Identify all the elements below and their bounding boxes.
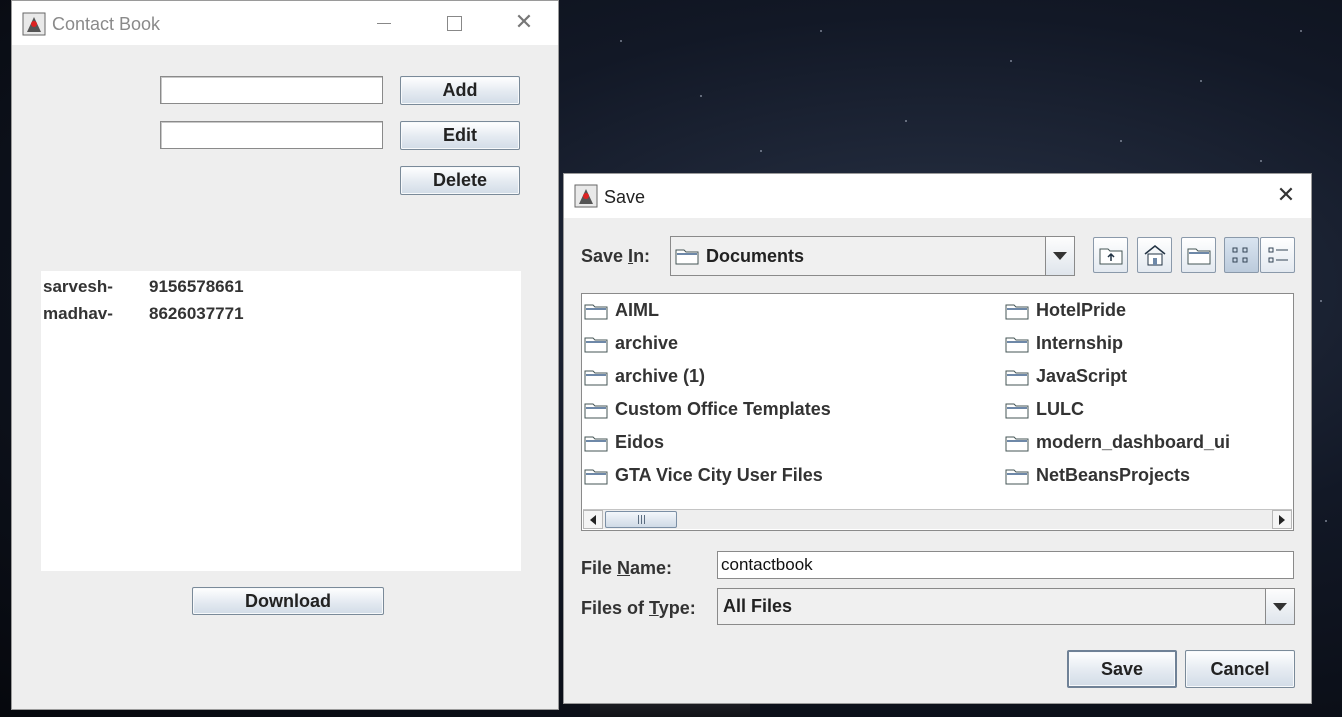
details-view-icon [1268, 247, 1288, 263]
folder-icon [584, 469, 608, 484]
folder-icon [1005, 304, 1029, 319]
file-name-input[interactable] [717, 551, 1294, 579]
window-title: Contact Book [52, 14, 161, 34]
list-view-button[interactable] [1224, 237, 1259, 273]
chevron-left-icon [590, 514, 596, 525]
list-item[interactable]: HotelPride [1005, 300, 1126, 321]
contact-name: madhav- [43, 304, 113, 323]
file-name: archive [615, 333, 679, 353]
file-name: archive (1) [615, 366, 706, 386]
save-button[interactable]: Save [1067, 650, 1177, 688]
save-dialog: Save ✕ Save In: Documents AIML archive arc… [563, 173, 1312, 704]
file-name: GTA Vice City User Files [615, 465, 823, 485]
list-item[interactable]: Eidos [584, 432, 664, 453]
file-list[interactable]: AIML archive archive (1) Custom Office Temp… [581, 293, 1294, 531]
contact-number: 9156578661 [149, 277, 244, 296]
new-folder-icon [1187, 248, 1210, 265]
list-item[interactable]: sarvesh- 9156578661 [43, 277, 244, 297]
file-name: AIML [615, 300, 659, 320]
list-item[interactable]: NetBeansProjects [1005, 465, 1190, 486]
number-input[interactable] [160, 121, 383, 149]
folder-icon [584, 403, 608, 418]
file-name: HotelPride [1036, 300, 1127, 320]
files-of-type-value: All Files [723, 596, 793, 616]
files-of-type-label: Files of Type: [581, 598, 696, 618]
home-icon [1144, 245, 1165, 266]
scroll-right-button[interactable] [1272, 510, 1292, 529]
list-item[interactable]: archive [584, 333, 678, 354]
contact-name: sarvesh- [43, 277, 113, 296]
folder-icon [584, 304, 608, 319]
up-one-level-icon [1099, 248, 1122, 265]
grip-icon [637, 515, 645, 524]
folder-icon [1005, 436, 1029, 451]
download-button[interactable]: Download [192, 587, 384, 615]
add-button[interactable]: Add [400, 76, 520, 105]
chevron-down-icon [1053, 252, 1067, 260]
delete-button[interactable]: Delete [400, 166, 520, 195]
close-button[interactable]: ✕ [492, 1, 556, 45]
edit-button[interactable]: Edit [400, 121, 520, 150]
folder-icon [584, 370, 608, 385]
maximize-icon [446, 15, 462, 31]
scroll-left-button[interactable] [583, 510, 603, 529]
folder-icon [1005, 469, 1029, 484]
list-item[interactable]: Custom Office Templates [584, 399, 831, 420]
maximize-button[interactable] [422, 1, 486, 45]
save-in-combo[interactable]: Documents [670, 236, 1075, 276]
list-view-icon [1232, 247, 1247, 263]
chevron-down-icon [1273, 602, 1287, 611]
dialog-title: Save [604, 187, 646, 207]
name-input[interactable] [160, 76, 383, 104]
folder-icon [584, 436, 608, 451]
java-duke-icon [574, 184, 598, 208]
folder-icon [1005, 403, 1029, 418]
list-item[interactable]: AIML [584, 300, 659, 321]
up-one-level-button[interactable] [1093, 237, 1128, 273]
title-bar[interactable]: Save ✕ [564, 174, 1311, 218]
dropdown-arrow[interactable] [1045, 237, 1074, 275]
title-bar[interactable]: Contact Book ✕ [12, 1, 558, 45]
file-name: modern_dashboard_ui [1036, 432, 1231, 452]
file-name: JavaScript [1036, 366, 1128, 386]
file-name: LULC [1036, 399, 1084, 419]
minimize-icon [377, 22, 391, 24]
list-item[interactable]: LULC [1005, 399, 1084, 420]
save-in-label: Save In: [581, 246, 651, 266]
file-name: Eidos [615, 432, 665, 452]
file-name: Custom Office Templates [615, 399, 831, 419]
dropdown-arrow[interactable] [1265, 589, 1294, 624]
folder-icon [1005, 337, 1029, 352]
java-duke-icon [22, 12, 46, 36]
chevron-right-icon [1279, 514, 1285, 525]
file-name: NetBeansProjects [1036, 465, 1191, 485]
home-button[interactable] [1137, 237, 1172, 273]
folder-icon [1005, 370, 1029, 385]
new-folder-button[interactable] [1181, 237, 1216, 273]
contact-list[interactable]: sarvesh- 9156578661 madhav- 8626037771 [41, 271, 521, 571]
list-item[interactable]: archive (1) [584, 366, 705, 387]
list-item[interactable]: modern_dashboard_ui [1005, 432, 1230, 453]
contact-number: 8626037771 [149, 304, 244, 323]
close-icon: ✕ [514, 10, 534, 35]
list-item[interactable]: GTA Vice City User Files [584, 465, 823, 486]
files-of-type-combo[interactable]: All Files [717, 588, 1295, 625]
folder-icon [584, 337, 608, 352]
save-in-value: Documents [706, 245, 805, 266]
details-view-button[interactable] [1260, 237, 1295, 273]
folder-icon [675, 249, 699, 265]
list-item[interactable]: madhav- 8626037771 [43, 304, 244, 324]
list-item[interactable]: JavaScript [1005, 366, 1127, 387]
horizontal-scrollbar[interactable] [583, 509, 1292, 529]
cancel-button[interactable]: Cancel [1185, 650, 1295, 688]
close-icon: ✕ [1276, 183, 1296, 208]
file-name: Internship [1036, 333, 1124, 353]
scroll-thumb[interactable] [605, 511, 677, 528]
minimize-button[interactable] [352, 1, 416, 45]
contact-book-window: Contact Book ✕ Add Edit Delete sarvesh- 9… [11, 0, 559, 710]
close-button[interactable]: ✕ [1254, 174, 1318, 218]
file-name-label: File Name: [581, 558, 673, 578]
list-item[interactable]: Internship [1005, 333, 1123, 354]
